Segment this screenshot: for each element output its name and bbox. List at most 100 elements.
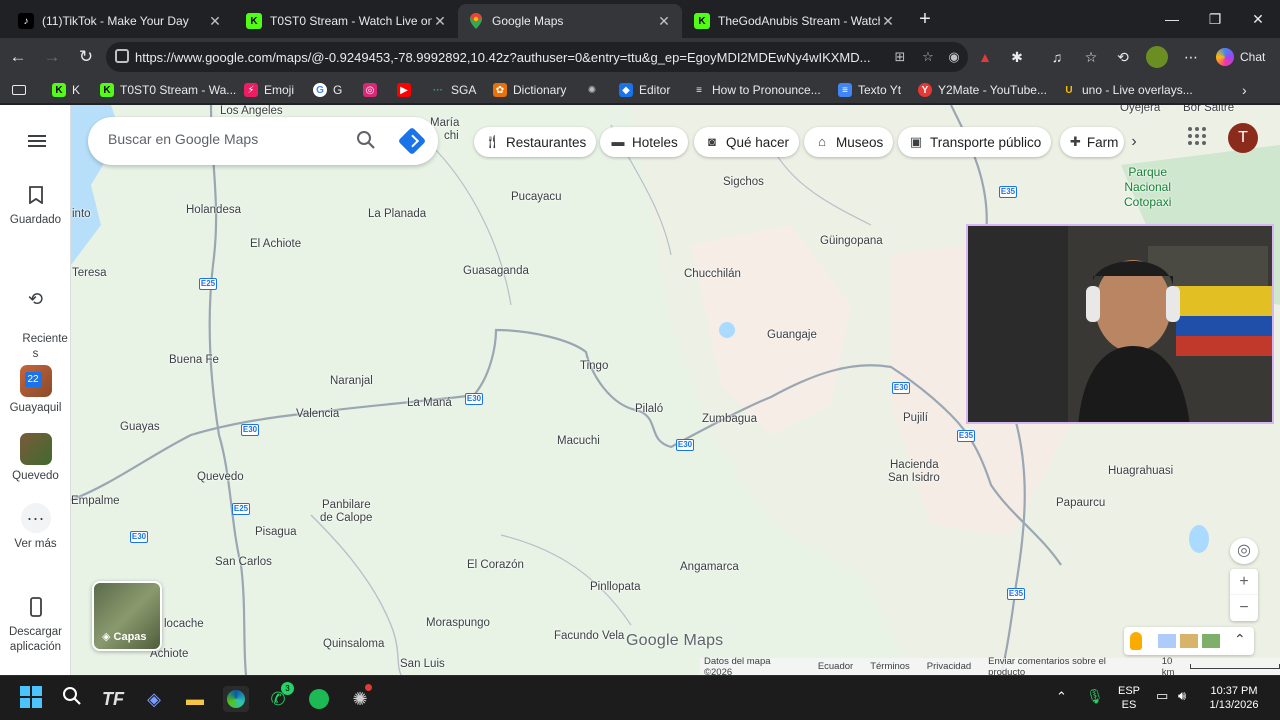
place-label[interactable]: Guayas	[120, 421, 160, 433]
openai-icon[interactable]: ✺	[347, 684, 373, 712]
url-text[interactable]: https://www.google.com/maps/@-0.9249453,…	[135, 50, 881, 65]
place-label[interactable]: María	[430, 117, 459, 129]
microphone-icon[interactable]: 🎙︎	[1086, 689, 1104, 703]
history-icon[interactable]: ⟲	[1112, 46, 1134, 68]
maximize-button[interactable]: ❐	[1195, 6, 1235, 32]
search-icon[interactable]	[59, 686, 85, 712]
file-explorer-icon[interactable]: ▬	[182, 686, 208, 712]
search-box[interactable]	[88, 117, 438, 165]
place-label[interactable]: Panbilare	[322, 499, 371, 511]
close-tab-icon[interactable]: ✕	[880, 13, 896, 30]
address-bar[interactable]: https://www.google.com/maps/@-0.9249453,…	[106, 42, 968, 72]
place-label[interactable]: Bor Saltre	[1183, 105, 1234, 114]
extension-icon[interactable]: ▲	[974, 46, 996, 68]
imagery-thumb-1[interactable]	[1158, 634, 1176, 648]
chip-restaurants[interactable]: 🍴︎ Restaurantes	[474, 127, 597, 157]
place-label[interactable]: Pisagua	[255, 526, 297, 538]
place-label[interactable]: Teresa	[72, 267, 107, 279]
chip-transit[interactable]: ▣ Transporte público	[898, 127, 1052, 157]
bookmarks-sidebar-icon[interactable]	[12, 81, 26, 99]
place-label[interactable]: Los Angeles	[220, 105, 283, 117]
recents-button[interactable]: ⟲ Reciente s	[0, 255, 71, 377]
place-label[interactable]: Papaurcu	[1056, 497, 1105, 509]
place-label[interactable]: locache	[164, 618, 204, 630]
bookmark-sga[interactable]: ··· SGA	[431, 81, 476, 99]
place-label[interactable]: chi	[444, 130, 459, 142]
place-label[interactable]: San Isidro	[888, 472, 940, 484]
place-label[interactable]: El Corazón	[467, 559, 524, 571]
place-label[interactable]: Valencia	[296, 408, 339, 420]
park-label[interactable]: Parque Nacional Cotopaxi	[1124, 165, 1171, 210]
place-label[interactable]: Holandesa	[186, 204, 241, 216]
place-label[interactable]: La Maná	[407, 397, 452, 409]
tab-thegodanubis-stream[interactable]: K TheGodAnubis Stream - Watch Live ✕	[684, 4, 906, 38]
place-label[interactable]: de Calope	[320, 512, 372, 524]
bookmark-dictionary[interactable]: ✿ Dictionary	[493, 81, 566, 99]
bookmark-star-icon[interactable]: ☆	[920, 49, 936, 65]
place-label[interactable]: Guangaje	[767, 329, 817, 341]
bookmark-how-to-pronounce[interactable]: ≡ How to Pronounce...	[692, 81, 821, 99]
tab-tiktok[interactable]: ♪ (11)TikTok - Make Your Day ✕	[8, 4, 233, 38]
volume-icon[interactable]: 🔊︎	[1178, 689, 1186, 703]
zoom-out-button[interactable]: −	[1230, 595, 1258, 621]
chat-button[interactable]: Chat	[1212, 44, 1271, 70]
place-label[interactable]: Quinsaloma	[323, 638, 384, 650]
bookmark-youtube[interactable]: ▶	[397, 81, 417, 99]
extensions-puzzle-icon[interactable]: ✱	[1006, 46, 1028, 68]
minimize-button[interactable]: —	[1152, 6, 1192, 32]
bookmarks-overflow-icon[interactable]: ›	[1242, 81, 1247, 99]
place-label[interactable]: Macuchi	[557, 435, 600, 447]
account-avatar[interactable]: T	[1228, 123, 1258, 153]
more-button[interactable]: ··· Ver más	[0, 503, 71, 552]
place-label[interactable]: La Planada	[368, 208, 426, 220]
layers-button[interactable]: ◈ Capas	[92, 581, 162, 651]
recent-quevedo[interactable]: Quevedo	[0, 433, 71, 484]
place-label[interactable]: Guasaganda	[463, 265, 529, 277]
language-indicator[interactable]: ESP ES	[1114, 684, 1144, 712]
place-label[interactable]: Huagrahuasi	[1108, 465, 1173, 477]
bookmark-instagram[interactable]: ◎	[363, 81, 383, 99]
forward-button[interactable]: →	[40, 45, 64, 69]
place-label[interactable]: Oyejera	[1120, 105, 1160, 114]
close-tab-icon[interactable]: ✕	[207, 13, 223, 30]
spotify-icon[interactable]	[306, 686, 332, 712]
close-window-button[interactable]: ✕	[1238, 6, 1278, 32]
app-diamond-icon[interactable]: ◈	[141, 686, 167, 712]
pegman-icon[interactable]	[1130, 632, 1142, 650]
site-info-icon[interactable]	[115, 49, 129, 63]
bookmark-editor[interactable]: ◆ Editor	[619, 81, 670, 99]
location-icon[interactable]: ◉	[946, 49, 962, 65]
profile-avatar[interactable]	[1146, 46, 1168, 68]
place-label[interactable]: Naranjal	[330, 375, 373, 387]
install-app-icon[interactable]: ⊞	[892, 49, 908, 65]
close-tab-icon[interactable]: ✕	[656, 13, 672, 30]
place-label[interactable]: Moraspungo	[426, 617, 490, 629]
reload-button[interactable]: ↻	[74, 45, 98, 69]
place-label[interactable]: Güingopana	[820, 235, 883, 247]
place-label[interactable]: Pucayacu	[511, 191, 562, 203]
chip-museums[interactable]: ⌂ Museos	[804, 127, 894, 157]
google-apps-icon[interactable]	[1188, 127, 1206, 145]
place-label[interactable]: Tingo	[580, 360, 608, 372]
street-view-controls[interactable]: ⌃	[1124, 627, 1254, 655]
network-icon[interactable]: ▭	[1156, 689, 1168, 703]
bookmark-emoji[interactable]: ⚡ Emoji	[244, 81, 294, 99]
directions-icon[interactable]	[397, 126, 427, 156]
expand-up-icon[interactable]: ⌃	[1234, 631, 1246, 648]
chip-hotels[interactable]: ▬ Hoteles	[600, 127, 688, 157]
place-label[interactable]: Pujilí	[903, 412, 928, 424]
chevron-right-icon[interactable]: ›	[1120, 127, 1148, 157]
place-label[interactable]: Quevedo	[197, 471, 244, 483]
edge-browser-icon[interactable]	[223, 686, 249, 712]
bookmark-openai[interactable]: ✺	[585, 81, 605, 99]
chip-pharmacy[interactable]: ✚ Farm	[1060, 127, 1124, 157]
place-label[interactable]: San Carlos	[215, 556, 272, 568]
back-button[interactable]: ←	[6, 45, 30, 69]
place-label[interactable]: Pinllopata	[590, 581, 641, 593]
zoom-in-button[interactable]: +	[1230, 569, 1258, 595]
new-tab-button[interactable]: +	[914, 9, 936, 31]
place-label[interactable]: Zumbagua	[702, 413, 757, 425]
tab-google-maps[interactable]: Google Maps ✕	[458, 4, 682, 38]
place-label[interactable]: Sigchos	[723, 176, 764, 188]
place-label[interactable]: Chucchilán	[684, 268, 741, 280]
